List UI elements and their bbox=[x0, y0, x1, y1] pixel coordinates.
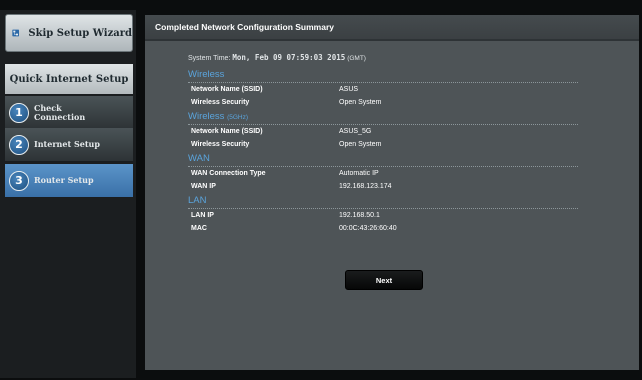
row-value: Open System bbox=[339, 99, 382, 106]
summary-row: Wireless Security Open System bbox=[188, 138, 578, 151]
section-title-wireless-5ghz: Wireless (5GHz) bbox=[188, 111, 578, 125]
step-label: Router Setup bbox=[34, 176, 94, 185]
summary-row: Wireless Security Open System bbox=[188, 96, 578, 109]
next-button[interactable]: Next bbox=[345, 270, 423, 290]
row-value: Open System bbox=[339, 141, 382, 148]
step-check-connection[interactable]: 1 Check Connection bbox=[5, 96, 133, 130]
section-title-suffix: (5GHz) bbox=[227, 114, 249, 121]
row-label: Wireless Security bbox=[191, 141, 250, 148]
step-label: Internet Setup bbox=[34, 140, 100, 149]
section-title-text: Wireless bbox=[188, 111, 225, 122]
skip-setup-wizard-label: Skip Setup Wizard bbox=[28, 27, 132, 39]
row-label: LAN IP bbox=[191, 212, 214, 219]
row-value: 00:0C:43:26:60:40 bbox=[339, 225, 397, 232]
row-value: ASUS_5G bbox=[339, 128, 372, 135]
section-title-wireless: Wireless bbox=[188, 69, 578, 83]
step-number-2-icon: 2 bbox=[9, 134, 29, 155]
summary-row: MAC 00:0C:43:26:60:40 bbox=[188, 222, 578, 235]
summary-row: WAN Connection Type Automatic IP bbox=[188, 167, 578, 180]
step-label-line2: Connection bbox=[34, 111, 86, 122]
sidebar: Skip Setup Wizard Quick Internet Setup 1… bbox=[0, 10, 136, 378]
row-value: 192.168.50.1 bbox=[339, 212, 380, 219]
system-time-label: System Time: bbox=[188, 55, 231, 62]
row-label: WAN Connection Type bbox=[191, 170, 266, 177]
step-router-setup[interactable]: 3 Router Setup bbox=[5, 164, 133, 198]
row-label: Wireless Security bbox=[191, 99, 250, 106]
network-icon bbox=[12, 29, 20, 37]
quick-internet-setup-title: Quick Internet Setup bbox=[5, 64, 133, 94]
row-value: Automatic IP bbox=[339, 170, 379, 177]
step-label-line1: Internet Setup bbox=[34, 139, 100, 149]
section-title-lan: LAN bbox=[188, 195, 578, 209]
step-number-3-icon: 3 bbox=[9, 170, 29, 191]
system-time-zone: (GMT) bbox=[347, 55, 366, 62]
step-internet-setup[interactable]: 2 Internet Setup bbox=[5, 128, 133, 162]
system-time: System Time: Mon, Feb 09 07:59:03 2015 (… bbox=[188, 53, 578, 67]
summary-row: WAN IP 192.168.123.174 bbox=[188, 180, 578, 193]
system-time-value: Mon, Feb 09 07:59:03 2015 bbox=[232, 53, 346, 62]
summary-row: LAN IP 192.168.50.1 bbox=[188, 209, 578, 222]
row-label: MAC bbox=[191, 225, 207, 232]
row-value: ASUS bbox=[339, 86, 359, 93]
page-title: Completed Network Configuration Summary bbox=[145, 15, 639, 41]
summary-row: Network Name (SSID) ASUS_5G bbox=[188, 125, 578, 138]
summary-content: System Time: Mon, Feb 09 07:59:03 2015 (… bbox=[188, 53, 578, 235]
summary-row: Network Name (SSID) ASUS bbox=[188, 83, 578, 96]
skip-setup-wizard-button[interactable]: Skip Setup Wizard bbox=[5, 14, 133, 52]
row-value: 192.168.123.174 bbox=[339, 183, 392, 190]
row-label: WAN IP bbox=[191, 183, 216, 190]
step-number-1-icon: 1 bbox=[9, 102, 29, 123]
summary-panel: Completed Network Configuration Summary … bbox=[145, 15, 639, 370]
row-label: Network Name (SSID) bbox=[191, 86, 263, 93]
step-label-line1: Router Setup bbox=[34, 175, 94, 185]
row-label: Network Name (SSID) bbox=[191, 128, 263, 135]
step-label: Check Connection bbox=[34, 103, 86, 122]
section-title-wan: WAN bbox=[188, 153, 578, 167]
